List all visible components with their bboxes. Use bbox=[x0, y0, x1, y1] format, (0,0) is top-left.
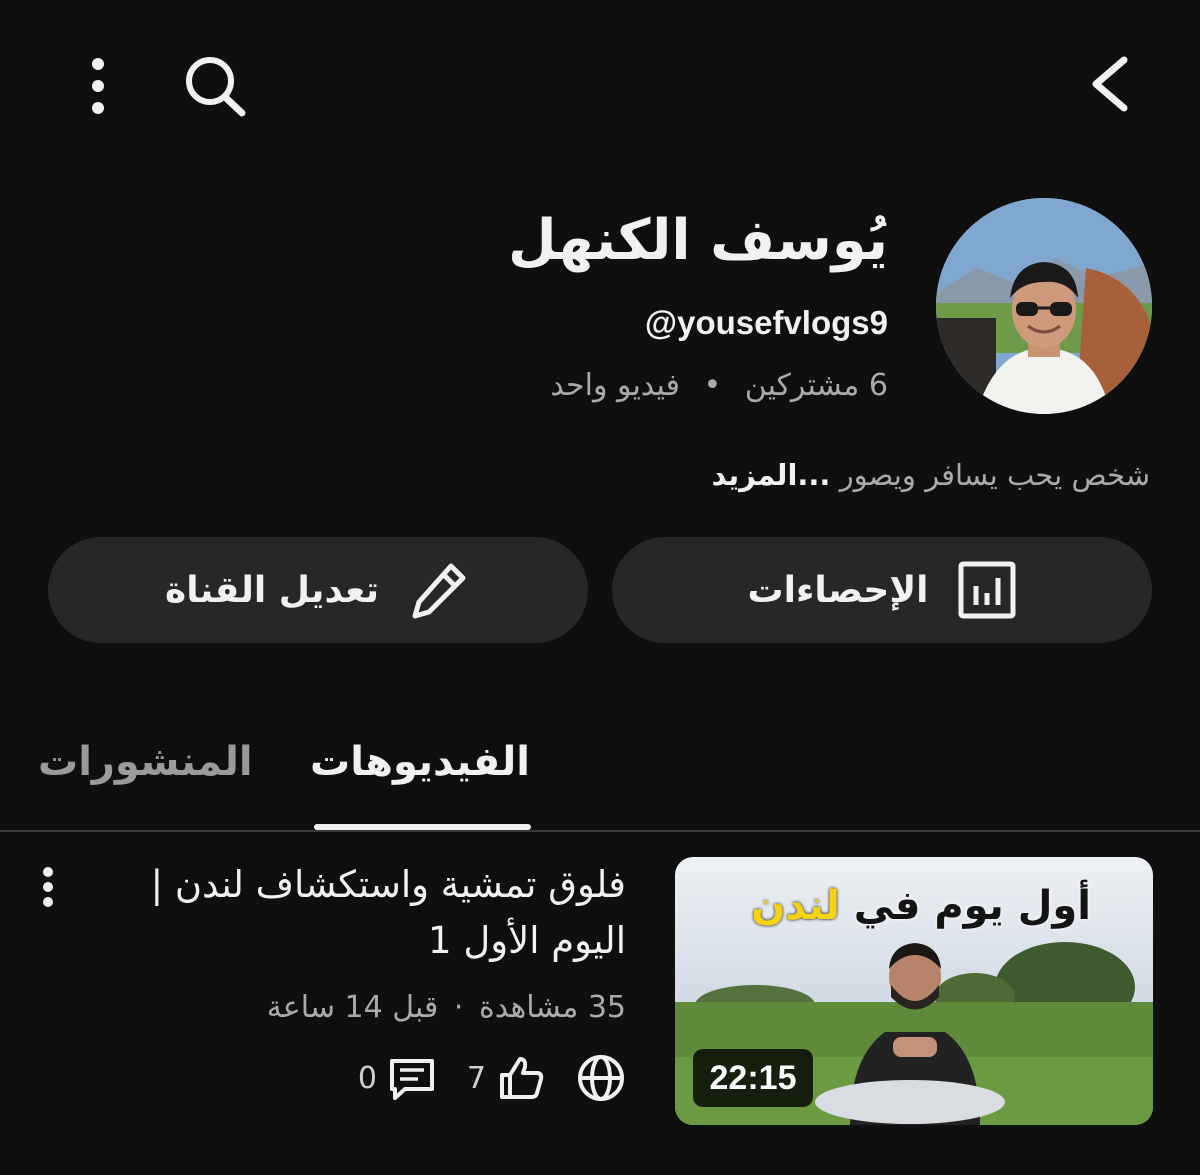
thumbnail-caption: أول يوم في لندن bbox=[751, 883, 1091, 929]
analytics-label: الإحصاءات bbox=[747, 569, 929, 611]
video-meta-separator: · bbox=[453, 990, 464, 1025]
tab-posts[interactable]: المنشورات bbox=[38, 730, 253, 794]
analytics-button[interactable]: الإحصاءات bbox=[612, 537, 1152, 643]
globe-icon bbox=[578, 1055, 624, 1101]
tabs-divider bbox=[0, 830, 1200, 832]
analytics-icon bbox=[958, 561, 1016, 619]
meta-separator: • bbox=[703, 368, 722, 403]
tab-videos[interactable]: الفيديوهات bbox=[310, 730, 530, 794]
video-stats-row: 7 0 bbox=[358, 1052, 626, 1104]
video-more-button[interactable] bbox=[28, 862, 68, 912]
comment-count-value: 0 bbox=[357, 1060, 377, 1096]
video-meta: 35 مشاهدة · قبل 14 ساعة bbox=[267, 985, 626, 1031]
video-title[interactable]: فلوق تمشية واستكشاف لندن | اليوم الأول 1 bbox=[66, 857, 626, 969]
channel-handle: @yousefvlogs9 bbox=[644, 304, 888, 341]
channel-description[interactable]: شخص يحب يسافر ويصور ...المزيد bbox=[711, 452, 1150, 498]
description-more-link[interactable]: ...المزيد bbox=[711, 458, 830, 492]
subscriber-count: 6 مشتركين bbox=[744, 368, 888, 403]
search-button[interactable] bbox=[178, 50, 250, 122]
video-count: فيديو واحد bbox=[550, 368, 680, 403]
visibility-indicator bbox=[576, 1053, 626, 1103]
back-button[interactable] bbox=[1078, 48, 1150, 120]
pencil-icon bbox=[412, 563, 466, 619]
video-duration-badge: 22:15 bbox=[693, 1049, 813, 1107]
channel-avatar[interactable] bbox=[936, 198, 1152, 414]
chevron-left-icon bbox=[1092, 56, 1128, 112]
description-text: شخص يحب يسافر ويصور bbox=[839, 458, 1150, 492]
comment-icon bbox=[389, 1059, 434, 1100]
search-icon bbox=[186, 57, 246, 117]
more-options-button[interactable] bbox=[50, 50, 118, 122]
edit-channel-label: تعديل القناة bbox=[164, 569, 380, 611]
like-count-value: 7 bbox=[466, 1060, 486, 1096]
more-vert-icon bbox=[92, 58, 104, 114]
video-age: قبل 14 ساعة bbox=[266, 990, 439, 1025]
channel-name: يُوسف الكنهل bbox=[508, 208, 888, 273]
comment-count: 0 bbox=[358, 1053, 437, 1103]
edit-channel-button[interactable]: تعديل القناة bbox=[48, 537, 588, 643]
thumbs-up-icon bbox=[500, 1057, 544, 1099]
thumbnail-caption-highlight: لندن bbox=[751, 883, 840, 929]
thumbnail-caption-line1: أول يوم في bbox=[853, 883, 1091, 929]
like-count: 7 bbox=[467, 1053, 546, 1103]
channel-meta: 6 مشتركين • فيديو واحد bbox=[550, 363, 888, 409]
video-views: 35 مشاهدة bbox=[479, 990, 626, 1025]
avatar-photo bbox=[936, 198, 1152, 414]
more-vert-icon bbox=[43, 867, 53, 907]
